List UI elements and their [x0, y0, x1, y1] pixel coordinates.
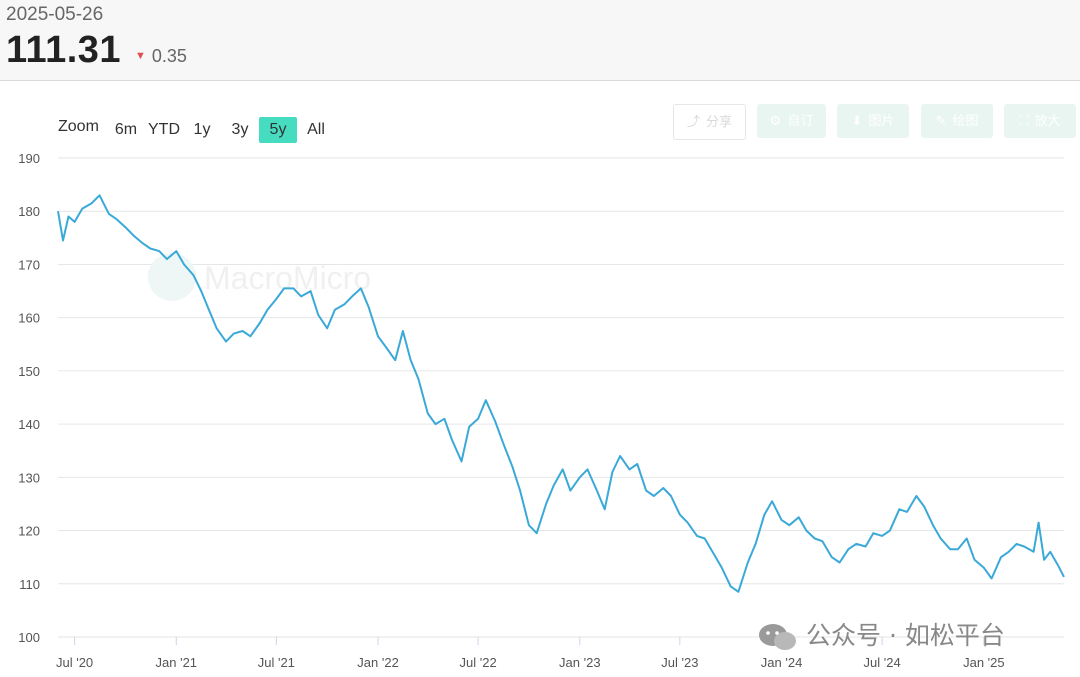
x-tick-label: Jul '22: [460, 655, 497, 670]
y-tick-label: 190: [18, 151, 40, 166]
x-tick-label: Jul '21: [258, 655, 295, 670]
series-layer: [57, 194, 1065, 593]
y-axis: 190 180 170 160 150 140 130 120 110 100: [18, 151, 40, 645]
x-tick-label: Jul '23: [661, 655, 698, 670]
wechat-icon: [759, 624, 796, 650]
wechat-watermark: 公众号 · 如松平台: [758, 616, 1005, 652]
y-tick-label: 100: [18, 630, 40, 645]
y-tick-label: 170: [18, 257, 40, 272]
x-tick-label: Jul '20: [56, 655, 93, 670]
y-tick-label: 130: [18, 470, 40, 485]
y-tick-label: 180: [18, 204, 40, 219]
y-tick-label: 140: [18, 417, 40, 432]
y-tick-label: 120: [18, 524, 40, 539]
x-tick-label: Jan '25: [963, 655, 1005, 670]
chart-grid: [58, 157, 1064, 638]
wechat-label: 公众号 · 如松平台: [806, 621, 1005, 650]
x-tick-label: Jan '23: [559, 655, 601, 670]
x-tick-label: Jan '21: [156, 655, 198, 670]
x-tick-label: Jan '24: [761, 655, 803, 670]
line-chart: MacroMicro 190 180 170 160 150 140 130 120 110 10…: [18, 151, 1065, 670]
series-line: [57, 194, 1065, 593]
watermark-text: MacroMicro: [204, 260, 371, 296]
y-tick-label: 160: [18, 311, 40, 326]
y-tick-label: 150: [18, 364, 40, 379]
x-tick-label: Jul '24: [864, 655, 901, 670]
x-tick-label: Jan '22: [357, 655, 399, 670]
y-tick-label: 110: [19, 577, 40, 592]
macromicro-logo-icon: [148, 253, 196, 301]
